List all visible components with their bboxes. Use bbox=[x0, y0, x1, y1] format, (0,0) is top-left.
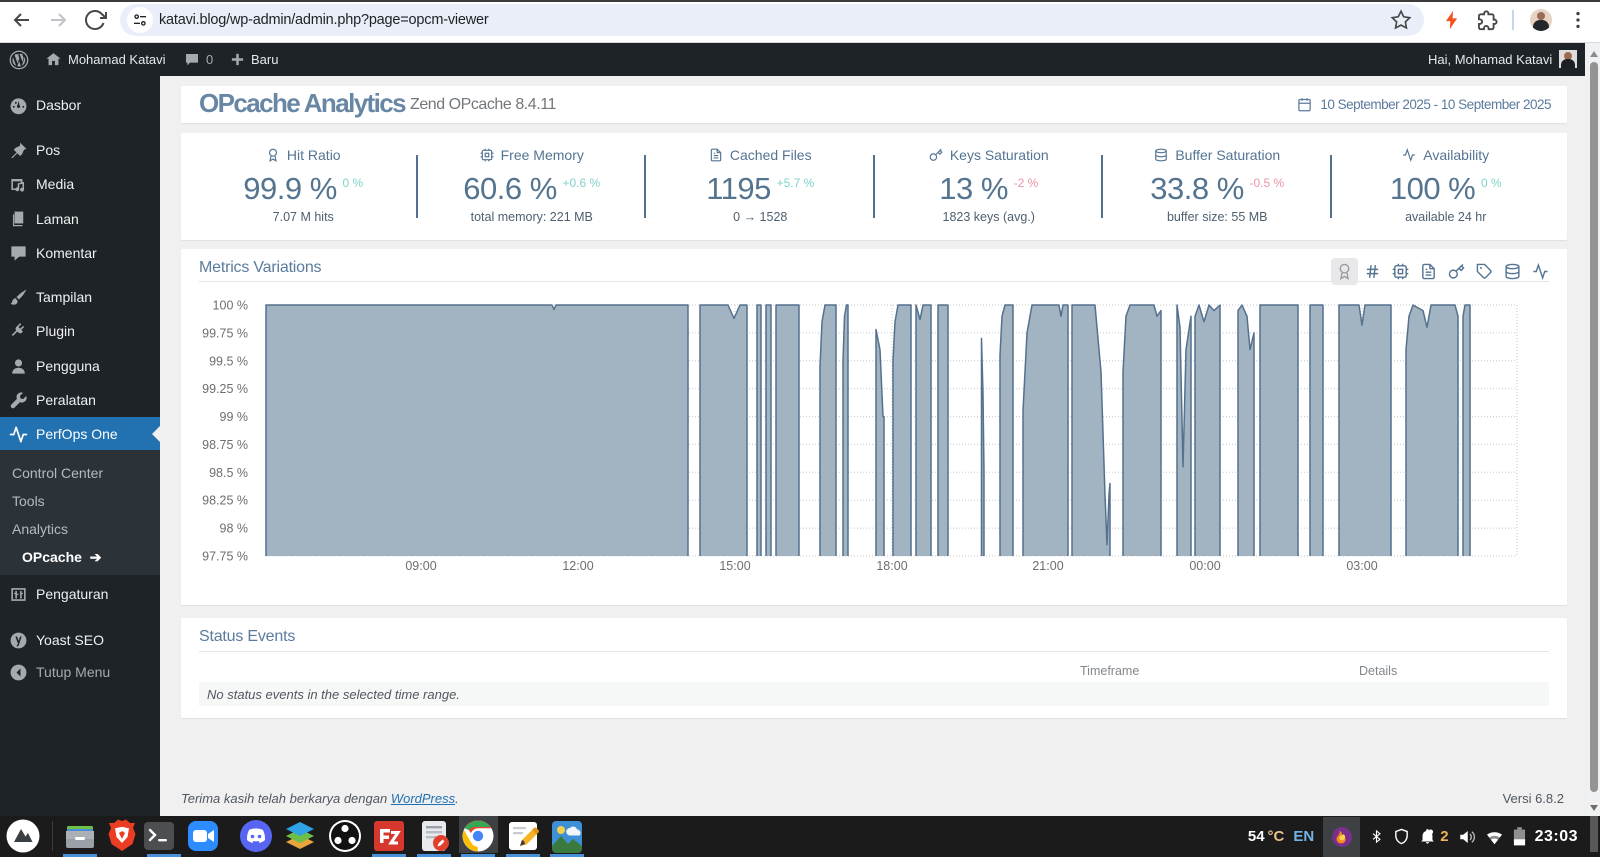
svg-text:98.25 %: 98.25 % bbox=[202, 494, 248, 508]
svg-text:09:00: 09:00 bbox=[405, 559, 436, 573]
svg-text:99.5 %: 99.5 % bbox=[209, 354, 248, 368]
svg-text:97.75 %: 97.75 % bbox=[202, 550, 248, 564]
svg-text:100 %: 100 % bbox=[213, 299, 248, 313]
svg-text:18:00: 18:00 bbox=[876, 559, 907, 573]
svg-text:21:00: 21:00 bbox=[1032, 559, 1063, 573]
svg-text:98.75 %: 98.75 % bbox=[202, 438, 248, 452]
svg-text:12:00: 12:00 bbox=[562, 559, 593, 573]
svg-text:99.25 %: 99.25 % bbox=[202, 382, 248, 396]
svg-text:15:00: 15:00 bbox=[719, 559, 750, 573]
svg-text:98.5 %: 98.5 % bbox=[209, 466, 248, 480]
svg-text:99.75 %: 99.75 % bbox=[202, 326, 248, 340]
svg-text:03:00: 03:00 bbox=[1346, 559, 1377, 573]
svg-text:00:00: 00:00 bbox=[1189, 559, 1220, 573]
svg-text:99 %: 99 % bbox=[220, 410, 249, 424]
svg-text:98 %: 98 % bbox=[220, 522, 249, 536]
